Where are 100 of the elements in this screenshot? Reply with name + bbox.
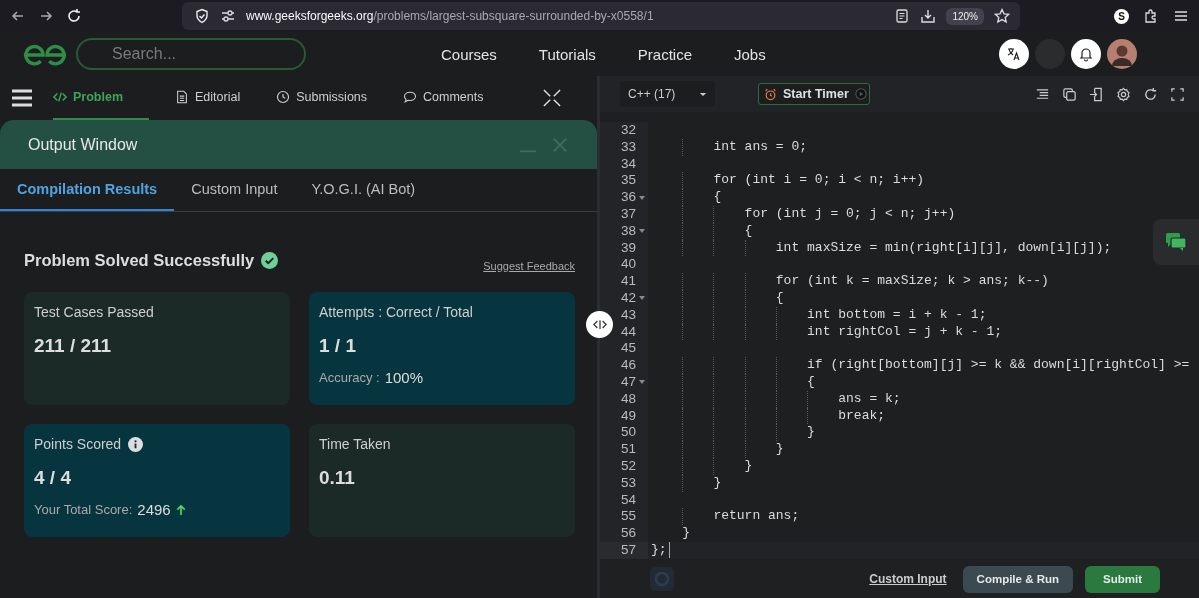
code-line: for (int j = 0; j < n; j++) (743, 206, 956, 223)
submit-button[interactable]: Submit (1085, 565, 1160, 593)
avatar[interactable] (1107, 39, 1137, 69)
start-timer-button[interactable]: Start Timer (758, 83, 870, 105)
code-icon (53, 90, 67, 104)
line-number: 39 (619, 239, 636, 257)
reload-icon[interactable] (66, 8, 82, 24)
output-tab[interactable]: Y.O.G.I. (AI Bot) (294, 169, 433, 211)
notification-button[interactable] (1071, 39, 1101, 69)
code-line: { (743, 222, 753, 240)
fold-icon[interactable] (639, 380, 645, 385)
line-number: 32 (619, 122, 636, 139)
line-number: 44 (619, 323, 636, 341)
line-number: 52 (619, 457, 636, 475)
play-icon (854, 88, 867, 100)
line-number: 38 (619, 222, 636, 240)
info-icon[interactable] (128, 436, 144, 452)
line-number: 46 (619, 357, 636, 374)
code-line: return ans; (712, 508, 800, 526)
document-icon (175, 90, 189, 104)
code-line: } (806, 424, 815, 442)
chat-icon (1165, 232, 1187, 252)
code-line: }; (651, 541, 667, 559)
line-number: 33 (619, 138, 636, 156)
status-heading: Problem Solved Successfully (24, 250, 255, 270)
code-line: int ans = 0; (712, 138, 808, 156)
card-label: Time Taken (319, 436, 391, 452)
logo[interactable] (22, 42, 68, 66)
line-number: 45 (619, 340, 636, 358)
code-line: } (681, 525, 690, 542)
feedback-link[interactable]: Suggest Feedback (483, 260, 575, 272)
sliders-icon[interactable] (220, 8, 236, 24)
nav-link[interactable]: Jobs (734, 45, 766, 63)
settings-icon[interactable] (1116, 86, 1131, 102)
clock-icon (276, 90, 291, 104)
line-number: 37 (619, 206, 636, 223)
fold-icon[interactable] (639, 229, 645, 234)
reader-icon[interactable] (894, 8, 911, 24)
line-number: 56 (619, 525, 636, 542)
nav-link[interactable]: Courses (441, 45, 497, 63)
caret-icon (699, 91, 707, 97)
line-number: 40 (619, 256, 636, 274)
line-number: 47 (619, 373, 636, 391)
copy-icon[interactable] (1062, 86, 1077, 102)
line-number: 43 (619, 306, 636, 324)
check-circle-icon (261, 251, 279, 269)
code-line: { (712, 189, 722, 206)
nav-link[interactable]: Practice (637, 45, 692, 63)
download-icon[interactable] (920, 8, 937, 24)
line-number: 55 (619, 508, 636, 526)
faded-logo-icon (650, 567, 674, 591)
fold-icon[interactable] (639, 195, 645, 200)
output-tab[interactable]: Custom Input (174, 169, 295, 211)
line-number: 57 (619, 541, 636, 559)
custom-input-link[interactable]: Custom Input (869, 572, 947, 586)
code-line: int maxSize = min(right[i][j], down[i][j]); (774, 239, 1112, 257)
code-line: int bottom = i + k - 1; (806, 306, 987, 324)
fold-icon[interactable] (639, 296, 645, 301)
translate-icon (1006, 46, 1022, 62)
chat-button[interactable] (1153, 219, 1199, 265)
menu-icon[interactable] (1173, 8, 1189, 24)
bell-icon (1078, 46, 1094, 62)
card-sub-value: 100% (384, 369, 424, 386)
import-icon[interactable] (1089, 86, 1104, 102)
reset-icon[interactable] (1143, 86, 1158, 102)
line-number: 48 (619, 390, 636, 408)
line-number: 36 (619, 189, 636, 206)
collapse-icon[interactable] (543, 89, 561, 107)
compile-run-button[interactable]: Compile & Run (962, 565, 1073, 593)
profile-button[interactable]: S (1114, 8, 1129, 24)
star-icon[interactable] (994, 8, 1010, 24)
line-number: 34 (619, 155, 636, 173)
url-text: www.geeksforgeeks.org/problems/largest-subsquare-surrounded-by-x0558/1 (246, 9, 654, 23)
card-value: 1 / 1 (319, 335, 356, 357)
line-number: 42 (619, 289, 636, 307)
fullscreen-icon[interactable] (1170, 86, 1185, 102)
search-field[interactable]: Search... (76, 38, 306, 70)
problem-tab[interactable]: Submissions (276, 76, 378, 120)
code-line: for (int i = 0; i < n; i++) (712, 172, 925, 190)
code-line: for (int k = maxSize; k > ans; k--) (774, 273, 1049, 290)
format-icon[interactable] (1035, 86, 1050, 102)
problem-tab[interactable]: Comments (403, 76, 494, 120)
shield-icon[interactable] (194, 8, 210, 24)
alarm-clock-icon (764, 87, 777, 101)
language-dropdown[interactable]: C++ (17) (620, 81, 715, 107)
nav-link[interactable]: Tutorials (538, 45, 596, 63)
output-tab[interactable]: Compilation Results (0, 169, 175, 211)
line-number: 50 (619, 424, 636, 442)
code-line: { (806, 373, 815, 391)
resize-handle[interactable] (586, 311, 613, 338)
code-line: } (743, 457, 753, 475)
zoom-badge[interactable]: 120% (946, 7, 984, 25)
translate-button[interactable] (999, 39, 1029, 69)
hamburger-icon[interactable] (12, 89, 32, 107)
puzzle-icon[interactable] (1143, 8, 1159, 24)
code-line: } (774, 441, 784, 458)
resize-arrows-icon (592, 319, 607, 330)
code-line: { (774, 289, 784, 307)
address-bar[interactable]: www.geeksforgeeks.org/problems/largest-subsquare-surrounded-by-x0558/1 120% (182, 2, 1020, 30)
problem-tab[interactable]: Editorial (175, 76, 251, 120)
